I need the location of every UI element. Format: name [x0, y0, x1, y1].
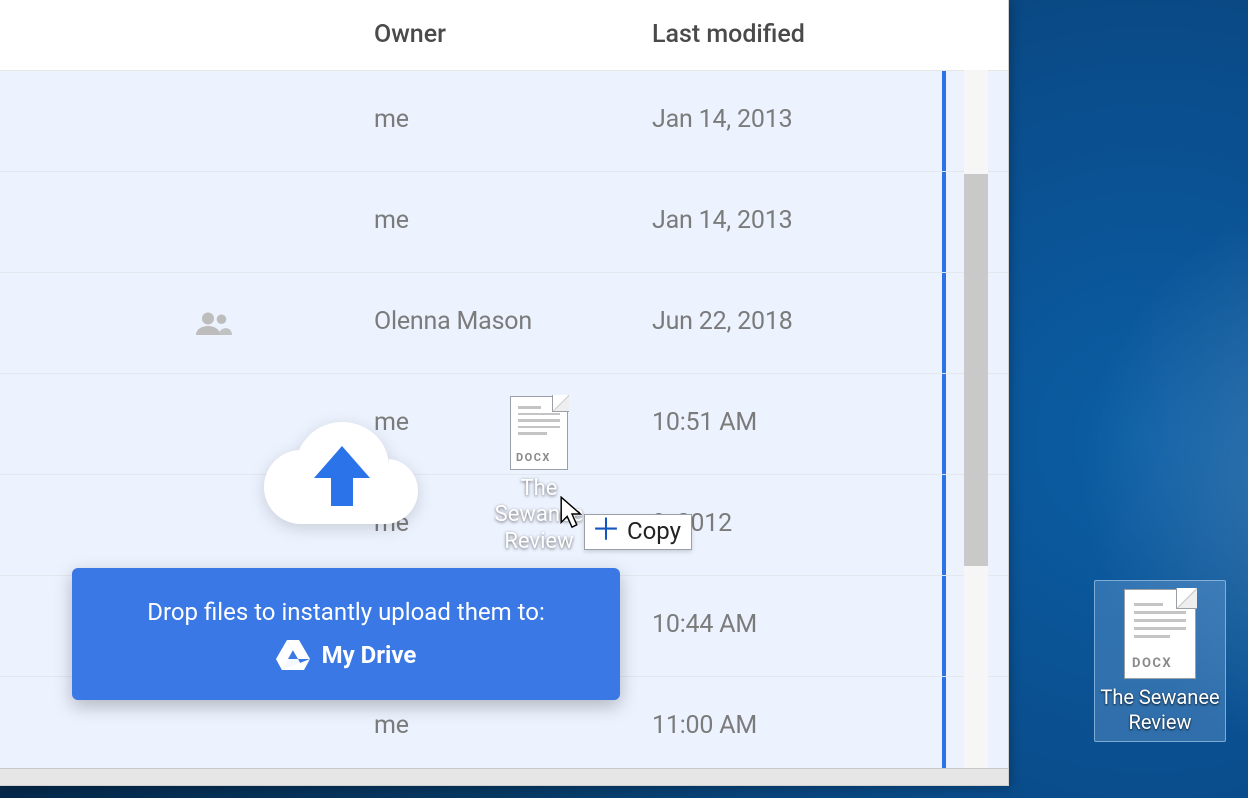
selection-accent: [942, 172, 946, 272]
cell-modified: Jan 14, 2013: [652, 105, 932, 134]
cell-owner: me: [374, 105, 634, 134]
cell-modified: Jun 22, 2018: [652, 307, 932, 336]
google-drive-icon: [276, 640, 310, 670]
column-header-owner[interactable]: Owner: [374, 20, 634, 49]
selection-accent: [942, 475, 946, 575]
cell-modified: 11:00 AM: [652, 711, 932, 740]
drag-tooltip-label: Copy: [627, 517, 681, 545]
table-row[interactable]: me 9, 2012: [0, 475, 1008, 576]
table-row[interactable]: Olenna Mason Jun 22, 2018: [0, 273, 1008, 374]
selection-accent: [942, 273, 946, 373]
cell-modified: 9, 2012: [652, 509, 932, 538]
cell-modified: Jan 14, 2013: [652, 206, 932, 235]
table-header-row: Owner Last modified: [0, 0, 1008, 71]
selection-accent: [942, 374, 946, 474]
cell-owner: me: [374, 711, 634, 740]
mouse-cursor-icon: [560, 496, 584, 532]
upload-banner-text: Drop files to instantly upload them to:: [147, 598, 545, 626]
horizontal-scrollbar[interactable]: [0, 768, 1008, 785]
cell-owner: me: [374, 206, 634, 235]
cell-modified: 10:44 AM: [652, 610, 932, 639]
drive-file-list[interactable]: Owner Last modified me Jan 14, 2013 me J…: [0, 0, 1009, 786]
selection-accent: [942, 677, 946, 777]
desktop-file-item[interactable]: DOCX The Sewanee Review: [1094, 580, 1226, 742]
upload-drop-banner: Drop files to instantly upload them to: …: [72, 568, 620, 700]
upload-cloud-icon: [264, 414, 420, 530]
desktop-file-label: The Sewanee Review: [1099, 685, 1221, 735]
plus-icon: ＋: [591, 519, 621, 543]
shared-people-icon: [196, 311, 232, 335]
upload-banner-destination: My Drive: [322, 641, 417, 669]
table-row[interactable]: me Jan 14, 2013: [0, 71, 1008, 172]
cell-modified: 10:51 AM: [652, 408, 932, 437]
drag-copy-tooltip: ＋ Copy: [584, 514, 692, 550]
table-row[interactable]: me Jan 14, 2013: [0, 172, 1008, 273]
docx-extension-label: DOCX: [1132, 656, 1172, 671]
cell-owner: Olenna Mason: [374, 307, 634, 336]
table-row[interactable]: me 10:51 AM: [0, 374, 1008, 475]
selection-accent: [942, 576, 946, 676]
docx-file-icon: DOCX: [1124, 589, 1196, 679]
column-header-modified[interactable]: Last modified: [652, 20, 932, 49]
scrollbar-thumb[interactable]: [964, 174, 988, 566]
selection-accent: [942, 71, 946, 171]
